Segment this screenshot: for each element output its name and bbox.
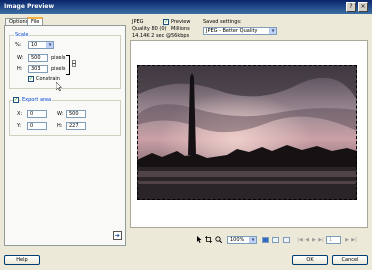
chevron-down-icon: ▼ — [269, 28, 276, 34]
scale-group-title: Scale — [14, 32, 30, 38]
four-up-view-button[interactable] — [283, 237, 290, 243]
link-icon — [72, 60, 76, 67]
percent-value: 10 — [31, 42, 38, 48]
format-text: JPEG — [132, 19, 144, 25]
play-icon[interactable]: ▶ — [311, 237, 317, 243]
last-page-icon[interactable]: ▶| — [351, 237, 357, 243]
scale-group — [9, 35, 121, 89]
quality-text: Quality 80 (0) — [132, 26, 167, 32]
width-field[interactable]: 500 — [28, 54, 48, 62]
export-area-marquee — [137, 65, 357, 200]
width-label: W: — [17, 55, 24, 61]
chevron-down-icon: ▼ — [249, 237, 256, 243]
help-title-button[interactable]: ? — [346, 2, 356, 12]
size-time-text: 14.14K 2 sec @56kbps — [132, 33, 190, 39]
chevron-down-icon: ▼ — [46, 42, 53, 48]
height-label: H: — [17, 66, 23, 72]
height-unit: pixels — [51, 66, 66, 72]
next-frame-icon[interactable]: ▶| — [318, 237, 324, 243]
cancel-button[interactable]: Cancel — [332, 255, 368, 265]
export-w-label: W: — [57, 111, 64, 117]
preview-label: Preview — [171, 19, 191, 25]
constrain-bracket — [66, 55, 70, 75]
frame-number-field[interactable]: 1 — [326, 236, 341, 244]
preview-canvas[interactable] — [130, 40, 368, 228]
tab-file[interactable]: File — [27, 17, 44, 25]
saved-settings-value: JPEG - Better Quality — [206, 28, 258, 34]
percent-dropdown[interactable]: 10 ▼ — [28, 41, 54, 49]
window-titlebar: Image Preview — [0, 0, 372, 14]
zoom-dropdown[interactable]: 100% ▼ — [227, 236, 257, 244]
preview-checkbox[interactable]: ✓ — [163, 19, 169, 25]
saved-settings-label: Saved settings: — [203, 19, 242, 25]
percent-label: %: — [15, 42, 22, 48]
next-page-icon[interactable]: ▶ — [344, 237, 350, 243]
height-field[interactable]: 303 — [28, 65, 48, 73]
window-title: Image Preview — [4, 3, 54, 10]
export-h-field[interactable]: 227 — [66, 122, 86, 130]
export-area-checkbox[interactable]: ✓ — [13, 97, 19, 103]
export-y-label: Y: — [17, 123, 22, 129]
export-y-field[interactable]: 0 — [27, 122, 47, 130]
export-x-field[interactable]: 0 — [27, 110, 47, 118]
export-wizard-icon[interactable] — [113, 231, 122, 240]
colors-text: Millions — [171, 26, 190, 32]
export-area-group — [9, 100, 121, 136]
width-unit: pixels — [51, 55, 66, 61]
ok-button[interactable]: OK — [292, 255, 328, 265]
pointer-icon[interactable] — [196, 236, 203, 243]
export-h-label: H: — [57, 123, 63, 129]
export-area-label: Export area — [21, 97, 53, 103]
two-up-view-button[interactable] — [272, 237, 279, 243]
crop-icon[interactable] — [205, 236, 212, 243]
zoom-value: 100% — [230, 237, 245, 243]
export-w-field[interactable]: 500 — [66, 110, 86, 118]
zoom-icon[interactable] — [215, 236, 223, 244]
saved-settings-dropdown[interactable]: JPEG - Better Quality ▼ — [203, 27, 277, 35]
tab-file-label: File — [31, 19, 40, 25]
export-x-label: X: — [17, 111, 23, 117]
preview-photo — [137, 65, 357, 200]
constrain-checkbox[interactable]: ✓ — [28, 76, 34, 82]
mouse-cursor-icon — [55, 81, 63, 92]
prev-frame-icon[interactable]: ◀ — [304, 237, 310, 243]
first-frame-icon[interactable]: |◀ — [297, 237, 303, 243]
single-view-button[interactable] — [262, 237, 269, 243]
close-title-button[interactable]: × — [358, 2, 368, 12]
help-button[interactable]: Help — [4, 255, 40, 265]
